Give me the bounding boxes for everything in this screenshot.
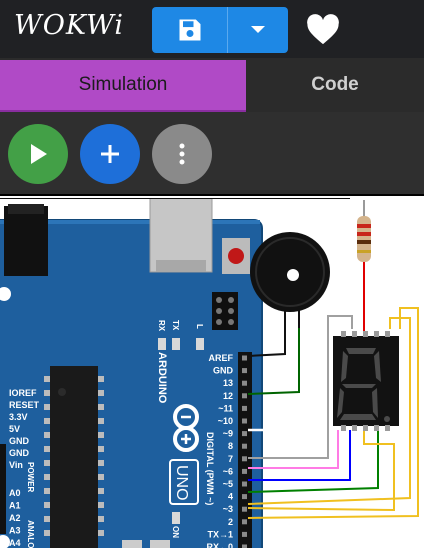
on-label: ON bbox=[171, 526, 180, 538]
digital-pin-label: TX→1 bbox=[207, 529, 233, 539]
tab-simulation[interactable]: Simulation bbox=[0, 60, 246, 110]
digital-pin-label: 4 bbox=[228, 492, 233, 502]
icsp-header bbox=[212, 292, 238, 330]
led-on bbox=[172, 512, 180, 524]
heart-icon[interactable] bbox=[306, 14, 340, 46]
analog-pin-label: A3 bbox=[9, 526, 21, 536]
digital-pin-label: 12 bbox=[223, 391, 233, 401]
digital-pin[interactable] bbox=[242, 380, 247, 386]
play-icon bbox=[31, 144, 47, 164]
caret-down-icon bbox=[251, 26, 265, 33]
power-header bbox=[0, 444, 6, 534]
uno-label: UNO bbox=[173, 465, 190, 501]
save-options-dropdown[interactable] bbox=[228, 7, 288, 53]
wokwi-logo[interactable]: WOKWi bbox=[14, 10, 124, 41]
power-pin-label: 5V bbox=[9, 424, 20, 434]
power-pin-label: RESET bbox=[9, 400, 40, 410]
digital-pin-label: ~5 bbox=[223, 479, 233, 489]
digital-pin-label: 8 bbox=[228, 441, 233, 451]
digital-pin[interactable] bbox=[242, 443, 247, 449]
digital-pin[interactable] bbox=[242, 481, 247, 487]
power-pin-label: 3.3V bbox=[9, 412, 28, 422]
digital-pin-label: ~11 bbox=[218, 403, 233, 413]
rx-label: RX bbox=[157, 320, 166, 332]
digital-pin-label: ~6 bbox=[223, 466, 233, 476]
digital-pin[interactable] bbox=[242, 519, 247, 525]
digital-pin[interactable] bbox=[242, 468, 247, 474]
digital-pin[interactable] bbox=[242, 405, 247, 411]
digital-pin-label: 2 bbox=[228, 517, 233, 527]
wire-blue bbox=[248, 430, 351, 481]
led-l bbox=[196, 338, 204, 350]
more-options-button[interactable] bbox=[152, 124, 212, 184]
plus-icon bbox=[101, 145, 119, 163]
l-label: L bbox=[195, 324, 204, 329]
digital-pin-label: GND bbox=[213, 366, 234, 376]
digital-pin[interactable] bbox=[242, 506, 247, 512]
digital-pin[interactable] bbox=[242, 368, 247, 374]
digital-pin[interactable] bbox=[242, 531, 247, 537]
arduino-logo-text: ARDUINO bbox=[156, 352, 168, 404]
power-pin-label: GND bbox=[9, 436, 30, 446]
analog-in-label: ANALOG IN bbox=[26, 520, 35, 548]
tab-code[interactable]: Code bbox=[246, 60, 424, 110]
digital-pin[interactable] bbox=[242, 494, 247, 500]
power-jack bbox=[4, 206, 48, 276]
power-pin-label: GND bbox=[9, 448, 30, 458]
wire-green bbox=[247, 430, 379, 493]
digital-pin[interactable] bbox=[242, 393, 247, 399]
digital-pin-label: ~9 bbox=[223, 429, 233, 439]
tx-label: TX bbox=[171, 320, 180, 331]
digital-pwm-label: DIGITAL (PWM ~) bbox=[205, 432, 215, 505]
top-bar: WOKWi bbox=[0, 0, 424, 58]
circuit-canvas[interactable]: ARDUINO TX RX L ON DIGITAL (PWM ~) POWER… bbox=[0, 198, 424, 548]
analog-pin-label: A4 bbox=[9, 538, 21, 548]
digital-pin[interactable] bbox=[242, 431, 247, 437]
power-pin-label: IOREF bbox=[9, 388, 37, 398]
digital-pin-label: 13 bbox=[223, 378, 233, 388]
simulation-toolbar bbox=[0, 112, 424, 196]
tab-bar: Simulation Code bbox=[0, 58, 424, 112]
power-pin-label: Vin bbox=[9, 460, 23, 470]
led-tx bbox=[172, 338, 180, 350]
start-simulation-button[interactable] bbox=[8, 124, 68, 184]
save-button-group bbox=[152, 7, 288, 53]
power-label: POWER bbox=[26, 462, 35, 492]
digital-pin[interactable] bbox=[242, 456, 247, 462]
digital-pin-label: AREF bbox=[209, 353, 234, 363]
save-button[interactable] bbox=[152, 7, 228, 53]
digital-pin-label: ~3 bbox=[223, 504, 233, 514]
more-vertical-icon bbox=[179, 143, 185, 165]
resistor[interactable] bbox=[357, 200, 371, 338]
digital-pin-label: RX←0 bbox=[206, 542, 233, 548]
analog-pin-label: A2 bbox=[9, 513, 21, 523]
led-rx bbox=[158, 338, 166, 350]
floppy-disk-icon bbox=[179, 19, 200, 41]
analog-pin-label: A1 bbox=[9, 501, 21, 511]
digital-pin[interactable] bbox=[242, 544, 247, 548]
atmega-chip bbox=[50, 366, 98, 548]
add-part-button[interactable] bbox=[80, 124, 140, 184]
wire-yellow-3 bbox=[247, 430, 395, 512]
digital-pin-label: 7 bbox=[228, 454, 233, 464]
digital-pin-label: ~10 bbox=[218, 416, 233, 426]
digital-pin[interactable] bbox=[242, 418, 247, 424]
simulation-panel: ARDUINO TX RX L ON DIGITAL (PWM ~) POWER… bbox=[0, 112, 424, 548]
analog-pin-label: A0 bbox=[9, 488, 21, 498]
digital-pin[interactable] bbox=[242, 355, 247, 361]
